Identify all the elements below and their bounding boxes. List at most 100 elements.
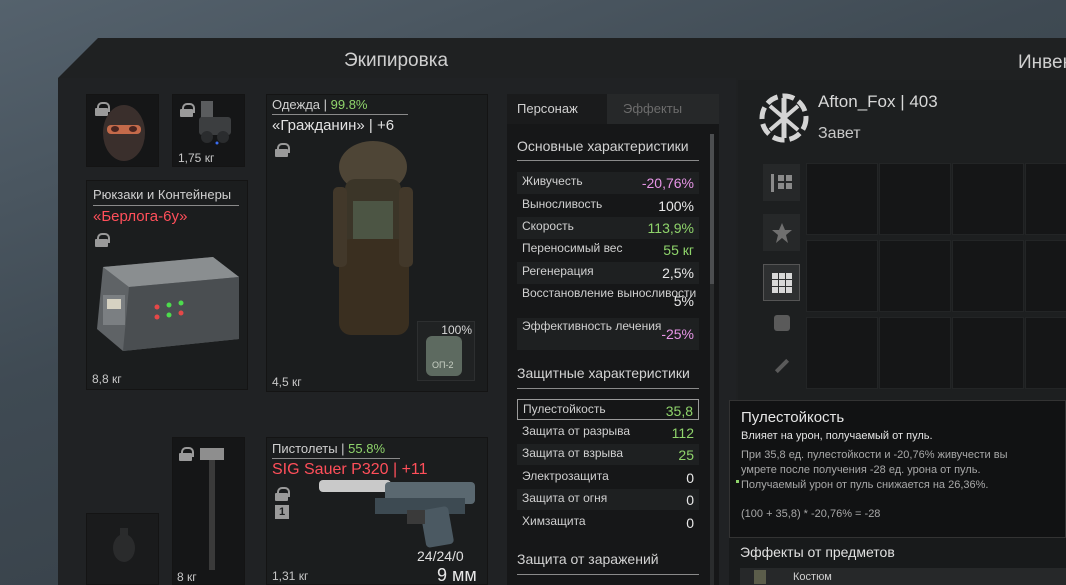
stat-row[interactable]: Электрозащита 0	[517, 467, 699, 488]
clothing-durability: 99.8%	[330, 97, 368, 112]
inventory-cell[interactable]	[952, 163, 1024, 235]
stat-row[interactable]: Живучесть -20,76%	[517, 172, 699, 194]
inventory-cell[interactable]	[952, 317, 1024, 389]
night-vision-icon	[199, 101, 231, 145]
stat-row[interactable]: Восстановление выносливости 5%	[517, 285, 699, 317]
inventory-cell[interactable]	[1025, 317, 1066, 389]
backpack-name: «Берлога-6у»	[93, 208, 188, 225]
lock-icon	[95, 233, 110, 247]
inventory-cell[interactable]	[806, 240, 878, 312]
stat-name: Восстановление выносливости	[522, 286, 697, 300]
inventory-cell[interactable]	[952, 240, 1024, 312]
inventory-cell[interactable]	[1025, 163, 1066, 235]
gun-icon	[774, 358, 789, 373]
stat-row[interactable]: Выносливость 100%	[517, 195, 699, 217]
inventory-cell[interactable]	[879, 240, 951, 312]
grenade-slot[interactable]	[86, 513, 159, 585]
armor-plate-slot[interactable]: 100% ОП-2	[417, 321, 475, 381]
stat-row[interactable]: Защита от взрыва 25	[517, 444, 699, 465]
balaclava-icon	[103, 105, 145, 161]
stat-row[interactable]: Регенерация 2,5%	[517, 262, 699, 284]
effects-item-row[interactable]: Костюм	[740, 568, 1066, 585]
weapon-slot-number: 1	[275, 505, 289, 519]
stat-name: Химзащита	[522, 514, 586, 528]
stat-value: -25%	[661, 326, 694, 342]
pistol-category-line: Пистолеты | 55.8%	[272, 441, 386, 456]
pistol-ammo: 24/24/0	[417, 548, 464, 564]
sort-button[interactable]	[763, 164, 800, 201]
stat-row[interactable]: Защита от огня 0	[517, 489, 699, 510]
clothing-slot[interactable]: Одежда | 99.8% «Гражданин» | +6 100% ОП-…	[266, 94, 488, 392]
favorites-button[interactable]	[763, 214, 800, 251]
stat-name: Переносимый вес	[522, 241, 623, 255]
stat-name: Выносливость	[522, 197, 603, 211]
tab-effects[interactable]: Эффекты	[623, 94, 682, 124]
grenade-icon	[113, 528, 135, 562]
tab-character[interactable]: Персонаж	[507, 94, 607, 124]
grid-view-button[interactable]	[763, 264, 800, 301]
player-faction: Завет	[818, 125, 861, 142]
stats-tabs: Персонаж Эффекты	[507, 94, 719, 124]
item-effects-panel: Эффекты от предметов Костюм	[729, 538, 1066, 585]
nvg-slot[interactable]: 1,75 кг	[172, 94, 245, 167]
stat-value: 0	[686, 470, 694, 486]
clothing-name: «Гражданин» | +6	[272, 117, 395, 134]
pistol-durability: 55.8%	[348, 441, 386, 456]
armor-icon	[773, 314, 790, 331]
stat-value: 55 кг	[663, 242, 694, 258]
section-main-stats: Основные характеристики	[517, 138, 689, 154]
lock-icon	[179, 447, 194, 461]
stat-name: Защита от взрыва	[522, 446, 624, 460]
inventory-cell[interactable]	[1025, 240, 1066, 312]
stat-row[interactable]: Пулестойкость 35,8	[517, 399, 699, 420]
pistol-weight: 1,31 кг	[272, 569, 309, 583]
armor-filter-button[interactable]	[763, 304, 800, 341]
panel-title: Экипировка	[344, 50, 449, 71]
stat-tooltip: Пулестойкость Влияет на урон, получаемый…	[729, 400, 1066, 538]
stat-value: 0	[686, 515, 694, 531]
stat-row[interactable]: Скорость 113,9%	[517, 217, 699, 239]
lock-icon	[275, 487, 290, 501]
melee-slot[interactable]: 8 кг	[172, 437, 245, 585]
stat-row[interactable]: Эффективность лечения -25%	[517, 318, 699, 350]
stat-value: 5%	[673, 293, 694, 309]
inventory-cell[interactable]	[806, 163, 878, 235]
weapon-filter-button[interactable]	[763, 344, 800, 381]
stat-row[interactable]: Химзащита 0	[517, 512, 699, 533]
tooltip-line3: Получаемый урон от пуль снижается на 26,…	[741, 479, 989, 491]
stat-name: Скорость	[522, 219, 574, 233]
stats-scrollbar[interactable]	[710, 134, 714, 585]
nvg-weight: 1,75 кг	[178, 151, 215, 165]
sledgehammer-icon	[200, 448, 224, 570]
backpack-slot[interactable]: Рюкзаки и Контейнеры «Берлога-6у» 8,8 кг	[86, 180, 248, 390]
clothing-weight: 4,5 кг	[272, 375, 302, 389]
inventory-title: Инвен	[1018, 52, 1066, 73]
stat-name: Эффективность лечения	[522, 319, 662, 333]
stat-value: 113,9%	[647, 220, 694, 236]
stat-value: -20,76%	[641, 175, 694, 191]
inventory-cell[interactable]	[879, 317, 951, 389]
pistol-icon	[319, 480, 475, 548]
clothing-category: Одежда	[272, 97, 321, 112]
star-icon	[771, 222, 792, 243]
inventory-cell[interactable]	[806, 317, 878, 389]
stat-value: 25	[678, 447, 694, 463]
stat-name: Электрозащита	[522, 469, 609, 483]
pistol-slot[interactable]: Пистолеты | 55.8% SIG Sauer P320 | +11 1…	[266, 437, 488, 585]
stat-name: Защита от огня	[522, 491, 608, 505]
stat-row[interactable]: Защита от разрыва 112	[517, 422, 699, 443]
clothing-category-line: Одежда | 99.8%	[272, 97, 368, 112]
player-name: Afton_Fox | 403	[818, 92, 938, 111]
head-slot[interactable]	[86, 94, 159, 167]
stat-name: Защита от разрыва	[522, 424, 631, 438]
container-icon	[97, 257, 239, 351]
suit-icon	[754, 570, 766, 584]
effects-item-name: Костюм	[793, 571, 832, 583]
melee-weight: 8 кг	[177, 570, 197, 584]
lock-icon	[180, 103, 195, 117]
tooltip-subtitle: Влияет на урон, получаемый от пуль.	[741, 430, 933, 442]
stat-value: 35,8	[665, 403, 693, 419]
lock-icon	[275, 143, 290, 157]
inventory-cell[interactable]	[879, 163, 951, 235]
stat-row[interactable]: Переносимый вес 55 кг	[517, 239, 699, 261]
